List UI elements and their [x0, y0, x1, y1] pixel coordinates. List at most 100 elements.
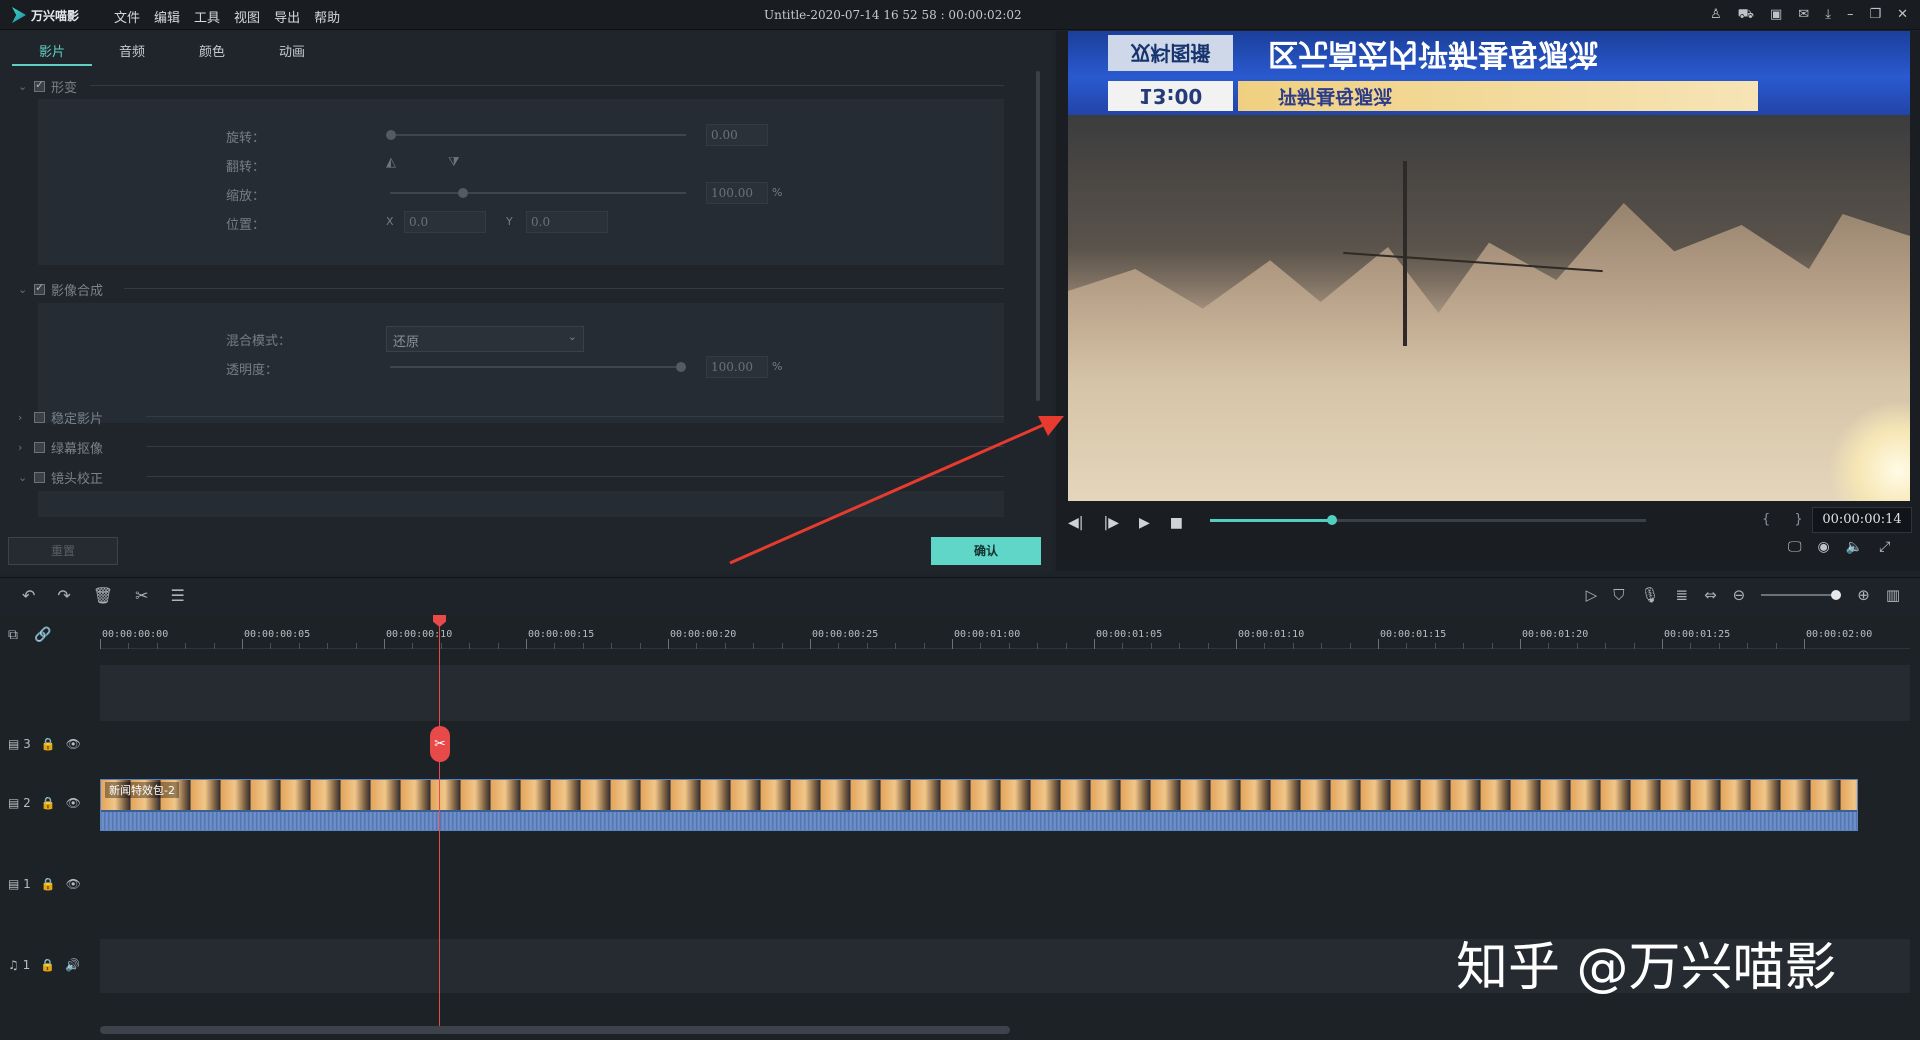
stop-icon[interactable]: ■ — [1170, 515, 1183, 531]
scale-input[interactable]: 100.00 — [706, 182, 768, 204]
composite-checkbox[interactable] — [34, 281, 45, 295]
eye-icon[interactable]: 👁 — [66, 737, 81, 751]
zoom-out-icon[interactable]: ⊖ — [1733, 586, 1746, 604]
lock-icon[interactable]: 🔒 — [40, 958, 55, 972]
stabilize-checkbox[interactable] — [34, 412, 45, 423]
save-icon[interactable]: ▣ — [1770, 7, 1782, 24]
track-3-lane[interactable] — [100, 721, 1910, 775]
eye-icon[interactable]: 👁 — [66, 877, 81, 891]
clip-thumbnails — [101, 780, 1857, 810]
panel-scrollbar[interactable] — [1036, 71, 1040, 401]
display-settings-icon[interactable]: 🖵 — [1788, 539, 1802, 555]
ruler-minor-tick — [611, 643, 613, 649]
ruler-minor-tick — [1122, 643, 1124, 649]
delete-icon[interactable]: 🗑 — [93, 586, 113, 605]
snapshot-icon[interactable]: ◉ — [1818, 539, 1830, 555]
audio-mixer-icon[interactable]: ≣ — [1676, 586, 1689, 604]
track-head-video-2: ▤ 2 🔒 👁 — [0, 796, 100, 810]
lens-checkbox[interactable] — [34, 472, 45, 483]
in-out-marker-icons[interactable]: { } — [1762, 512, 1813, 527]
cart-icon[interactable]: ⛟ — [1738, 7, 1754, 24]
restore-icon[interactable]: ❐ — [1869, 7, 1881, 24]
tab-animation[interactable]: 动画 — [252, 41, 332, 66]
lock-icon[interactable]: 🔒 — [41, 737, 56, 751]
microphone-icon[interactable]: 🎙 — [1640, 586, 1659, 604]
video-preview[interactable]: 双料图播 区元高宏内评新基母源流 13:00 评新基母源流 — [1068, 31, 1910, 501]
render-icon[interactable]: ▷ — [1586, 586, 1598, 604]
add-track-icon[interactable]: ⧉ — [8, 627, 18, 643]
ruler-minor-tick — [213, 643, 215, 649]
menu-help[interactable]: 帮助 — [314, 7, 340, 26]
panel-layout-icon[interactable]: ▥ — [1886, 586, 1900, 604]
position-y-input[interactable]: 0.0 — [526, 211, 608, 233]
playhead-line[interactable] — [439, 615, 440, 1026]
lens-section-header[interactable]: ⌄ 镜头校正 — [18, 468, 103, 487]
play-icon[interactable]: ▶ — [1139, 515, 1150, 531]
redo-icon[interactable]: ↷ — [57, 586, 70, 605]
track-1-lane[interactable] — [100, 833, 1910, 937]
step-back-icon[interactable]: ◀| — [1068, 515, 1083, 531]
zoom-in-icon[interactable]: ⊕ — [1857, 586, 1870, 604]
opacity-slider-knob[interactable] — [676, 362, 686, 372]
menu-view[interactable]: 视图 — [234, 7, 260, 26]
download-icon[interactable]: ⤓ — [1825, 7, 1831, 24]
transform-section-header[interactable]: ⌄ 形变 — [18, 77, 77, 96]
fit-timeline-icon[interactable]: ⇔ — [1704, 586, 1717, 604]
adjust-icon[interactable]: ☰ — [171, 586, 185, 605]
menu-file[interactable]: 文件 — [114, 7, 140, 26]
scale-slider-knob[interactable] — [458, 188, 468, 198]
blend-mode-select[interactable]: 还原 ⌄ — [386, 326, 584, 352]
link-icon[interactable]: 🔗 — [34, 627, 51, 643]
fullscreen-icon[interactable]: ⤢ — [1879, 539, 1890, 555]
volume-icon[interactable]: 🔈 — [1846, 539, 1863, 555]
zoom-slider-knob[interactable] — [1831, 590, 1842, 600]
rotate-input[interactable]: 0.00 — [706, 124, 768, 146]
position-x-input[interactable]: 0.0 — [404, 211, 486, 233]
transform-checkbox[interactable] — [34, 78, 45, 92]
opacity-unit: % — [772, 360, 783, 373]
undo-icon[interactable]: ↶ — [22, 586, 35, 605]
mail-icon[interactable]: ✉ — [1798, 7, 1809, 24]
time-ruler[interactable]: 00:00:00:00 00:00:00:05 00:00:00:10 00:00:0… — [100, 615, 1910, 649]
rotate-slider-knob[interactable] — [386, 130, 396, 140]
close-icon[interactable]: ✕ — [1897, 7, 1908, 24]
rotate-slider[interactable] — [386, 130, 686, 140]
minimize-icon[interactable]: – — [1847, 7, 1854, 24]
lock-icon[interactable]: 🔒 — [41, 877, 56, 891]
user-icon[interactable]: ♙ — [1710, 7, 1722, 24]
opacity-slider[interactable] — [390, 362, 686, 372]
flip-horizontal-icon[interactable]: ◭ — [386, 155, 396, 170]
composite-section-header[interactable]: ⌄ 影像合成 — [18, 280, 103, 299]
ruler-minor-tick — [1065, 643, 1067, 649]
scale-slider[interactable] — [390, 188, 686, 198]
menu-edit[interactable]: 编辑 — [154, 7, 180, 26]
timeline-scrollbar[interactable] — [100, 1026, 1010, 1034]
marker-icon[interactable]: ⛉ — [1613, 586, 1624, 604]
flip-vertical-icon[interactable]: ⧩ — [448, 155, 460, 170]
reset-button[interactable]: 重置 — [8, 537, 118, 565]
chevron-down-icon: ⌄ — [18, 283, 28, 296]
lock-icon[interactable]: 🔒 — [41, 796, 56, 810]
stabilize-section-header[interactable]: › 稳定影片 — [18, 408, 103, 427]
speaker-icon[interactable]: 🔊 — [65, 958, 80, 972]
ruler-minor-tick — [781, 643, 783, 649]
chroma-checkbox[interactable] — [34, 442, 45, 453]
step-forward-icon[interactable]: |▶ — [1103, 515, 1118, 531]
menu-tools[interactable]: 工具 — [194, 7, 220, 26]
ruler-minor-tick — [298, 643, 300, 649]
tab-audio[interactable]: 音频 — [92, 41, 172, 66]
menu-export[interactable]: 导出 — [274, 7, 300, 26]
zoom-slider[interactable] — [1761, 590, 1842, 600]
split-scissors-icon[interactable]: ✂ — [430, 726, 450, 762]
playback-progress[interactable] — [1210, 515, 1646, 525]
tab-video[interactable]: 影片 — [12, 41, 92, 66]
video-clip[interactable]: 新闻特效包-2 — [100, 779, 1858, 831]
chroma-section-header[interactable]: › 绿幕抠像 — [18, 438, 103, 457]
ruler-label: 00:00:00:25 — [812, 629, 879, 640]
opacity-input[interactable]: 100.00 — [706, 356, 768, 378]
cut-icon[interactable]: ✂ — [135, 586, 148, 605]
tab-color[interactable]: 颜色 — [172, 41, 252, 66]
eye-icon[interactable]: 👁 — [66, 796, 81, 810]
ruler-label: 00:00:00:15 — [528, 629, 595, 640]
empty-lane[interactable] — [100, 665, 1910, 721]
